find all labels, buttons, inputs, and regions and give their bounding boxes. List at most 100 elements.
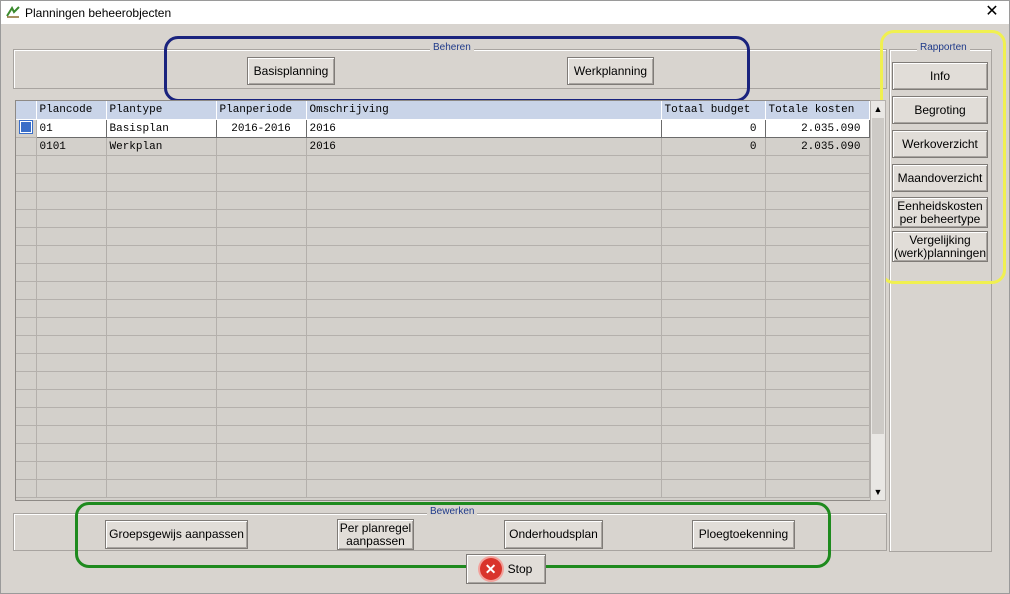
empty-cell[interactable] (306, 281, 662, 300)
cell-omschrijving[interactable]: 2016 (306, 137, 662, 156)
eenheidskosten-button[interactable]: Eenheidskosten per beheertype (892, 197, 988, 228)
empty-cell[interactable] (765, 407, 870, 426)
empty-cell[interactable] (16, 263, 37, 282)
empty-cell[interactable] (16, 245, 37, 264)
empty-cell[interactable] (306, 335, 662, 354)
werkoverzicht-button[interactable]: Werkoverzicht (892, 130, 988, 158)
empty-cell[interactable] (216, 335, 307, 354)
empty-table-row[interactable] (16, 281, 870, 300)
empty-cell[interactable] (106, 389, 217, 408)
empty-cell[interactable] (36, 227, 107, 246)
empty-cell[interactable] (36, 317, 107, 336)
empty-cell[interactable] (216, 263, 307, 282)
empty-cell[interactable] (306, 263, 662, 282)
empty-cell[interactable] (16, 407, 37, 426)
empty-table-row[interactable] (16, 389, 870, 408)
empty-cell[interactable] (765, 245, 870, 264)
cell-plantype[interactable]: Basisplan (105, 119, 217, 138)
empty-cell[interactable] (106, 173, 217, 192)
cell-planperiode[interactable] (216, 137, 307, 156)
empty-cell[interactable] (106, 353, 217, 372)
empty-table-row[interactable] (16, 299, 870, 318)
scrollbar-thumb[interactable] (872, 118, 884, 434)
empty-cell[interactable] (16, 299, 37, 318)
empty-cell[interactable] (106, 263, 217, 282)
empty-table-row[interactable] (16, 443, 870, 462)
empty-cell[interactable] (765, 299, 870, 318)
scroll-down-icon[interactable]: ▼ (871, 485, 885, 499)
ploegtoekenning-button[interactable]: Ploegtoekenning (692, 520, 795, 549)
empty-cell[interactable] (661, 461, 766, 480)
empty-cell[interactable] (661, 245, 766, 264)
empty-cell[interactable] (36, 209, 107, 228)
cell-plantype[interactable]: Werkplan (106, 137, 217, 156)
empty-cell[interactable] (16, 443, 37, 462)
table-row[interactable]: 01 Basisplan 2016-2016 2016 0 2.035.090 (16, 119, 870, 138)
empty-cell[interactable] (36, 443, 107, 462)
empty-cell[interactable] (16, 479, 37, 498)
empty-cell[interactable] (306, 173, 662, 192)
empty-table-row[interactable] (16, 227, 870, 246)
empty-table-row[interactable] (16, 461, 870, 480)
empty-cell[interactable] (106, 425, 217, 444)
close-icon[interactable]: ✕ (975, 1, 1009, 24)
empty-cell[interactable] (36, 173, 107, 192)
row-selector[interactable] (16, 119, 37, 138)
empty-cell[interactable] (765, 209, 870, 228)
empty-cell[interactable] (16, 389, 37, 408)
empty-cell[interactable] (106, 443, 217, 462)
empty-cell[interactable] (306, 245, 662, 264)
empty-cell[interactable] (765, 227, 870, 246)
empty-cell[interactable] (661, 353, 766, 372)
empty-cell[interactable] (36, 299, 107, 318)
empty-table-row[interactable] (16, 425, 870, 444)
empty-cell[interactable] (16, 227, 37, 246)
empty-cell[interactable] (765, 263, 870, 282)
empty-table-row[interactable] (16, 173, 870, 192)
empty-cell[interactable] (16, 191, 37, 210)
empty-cell[interactable] (16, 155, 37, 174)
empty-cell[interactable] (216, 443, 307, 462)
empty-cell[interactable] (106, 245, 217, 264)
empty-cell[interactable] (765, 173, 870, 192)
empty-cell[interactable] (106, 407, 217, 426)
column-header[interactable]: Totaal budget (661, 101, 766, 120)
empty-cell[interactable] (216, 209, 307, 228)
empty-cell[interactable] (306, 407, 662, 426)
empty-cell[interactable] (661, 443, 766, 462)
empty-cell[interactable] (765, 155, 870, 174)
column-header[interactable]: Omschrijving (306, 101, 662, 120)
empty-cell[interactable] (661, 263, 766, 282)
empty-cell[interactable] (216, 371, 307, 390)
cell-budget[interactable]: 0 (660, 119, 766, 138)
werkplanning-button[interactable]: Werkplanning (567, 57, 654, 85)
empty-cell[interactable] (16, 371, 37, 390)
empty-cell[interactable] (765, 479, 870, 498)
empty-cell[interactable] (106, 281, 217, 300)
empty-table-row[interactable] (16, 191, 870, 210)
empty-table-row[interactable] (16, 407, 870, 426)
scroll-up-icon[interactable]: ▲ (871, 102, 885, 116)
empty-cell[interactable] (661, 479, 766, 498)
empty-cell[interactable] (16, 173, 37, 192)
empty-cell[interactable] (106, 227, 217, 246)
empty-cell[interactable] (216, 407, 307, 426)
empty-table-row[interactable] (16, 209, 870, 228)
onderhoudsplan-button[interactable]: Onderhoudsplan (504, 520, 603, 549)
column-header[interactable]: Plancode (36, 101, 107, 120)
column-header[interactable]: Planperiode (216, 101, 307, 120)
empty-cell[interactable] (36, 353, 107, 372)
empty-cell[interactable] (306, 155, 662, 174)
empty-cell[interactable] (661, 191, 766, 210)
column-header[interactable]: Plantype (106, 101, 217, 120)
groepsgewijs-button[interactable]: Groepsgewijs aanpassen (105, 520, 248, 549)
empty-cell[interactable] (661, 389, 766, 408)
info-button[interactable]: Info (892, 62, 988, 90)
empty-cell[interactable] (306, 443, 662, 462)
empty-cell[interactable] (216, 227, 307, 246)
column-header[interactable]: Totale kosten (765, 101, 870, 120)
empty-cell[interactable] (16, 209, 37, 228)
empty-cell[interactable] (36, 371, 107, 390)
cell-omschrijving[interactable]: 2016 (305, 119, 662, 138)
maandoverzicht-button[interactable]: Maandoverzicht (892, 164, 988, 192)
